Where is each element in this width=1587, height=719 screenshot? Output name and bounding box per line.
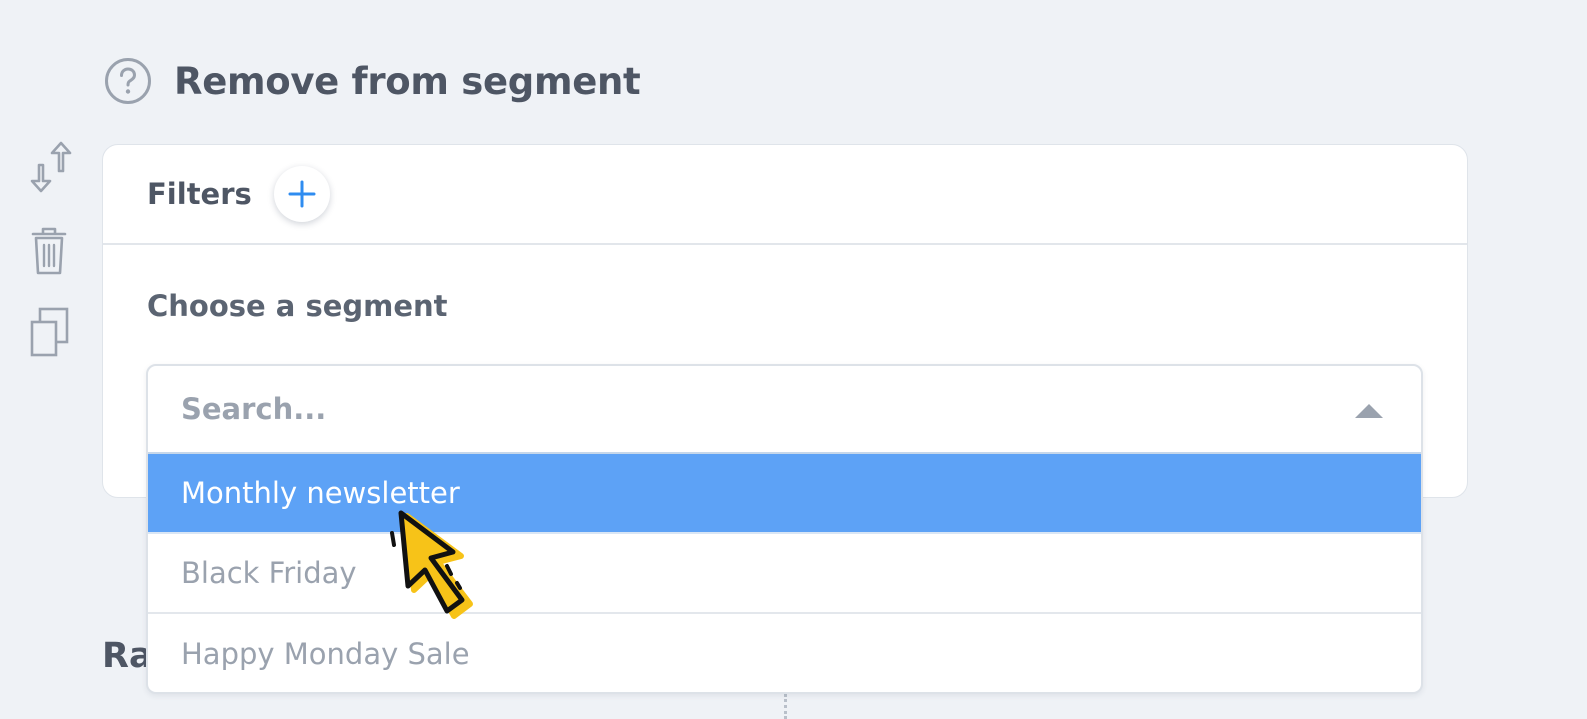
segment-search-row	[148, 366, 1421, 454]
filters-header: Filters	[103, 145, 1467, 245]
help-circle-icon[interactable]	[104, 57, 152, 105]
add-filter-button[interactable]	[273, 166, 330, 222]
segment-option-happy-monday-sale[interactable]: Happy Monday Sale	[148, 614, 1421, 692]
workflow-step-editor: Remove from segment Filters Choose a seg…	[0, 0, 1587, 719]
segment-search-input[interactable]	[148, 366, 1421, 452]
next-section-title: Ra	[102, 636, 153, 676]
segment-option-monthly-newsletter[interactable]: Monthly newsletter	[148, 454, 1421, 534]
trash-icon[interactable]	[26, 224, 72, 276]
reorder-arrows-icon[interactable]	[26, 141, 74, 193]
filters-label: Filters	[147, 177, 252, 211]
segment-select-dropdown[interactable]: Monthly newsletter Black Friday Happy Mo…	[146, 364, 1423, 694]
plus-icon	[288, 180, 316, 208]
caret-up-icon[interactable]	[1355, 404, 1383, 418]
duplicate-icon[interactable]	[26, 306, 72, 358]
step-title-row: Remove from segment	[104, 56, 641, 106]
connector-line	[784, 694, 787, 719]
segment-option-black-friday[interactable]: Black Friday	[148, 534, 1421, 614]
step-title: Remove from segment	[174, 59, 641, 103]
cursor-icon	[390, 510, 473, 619]
choose-segment-label: Choose a segment	[147, 289, 448, 323]
